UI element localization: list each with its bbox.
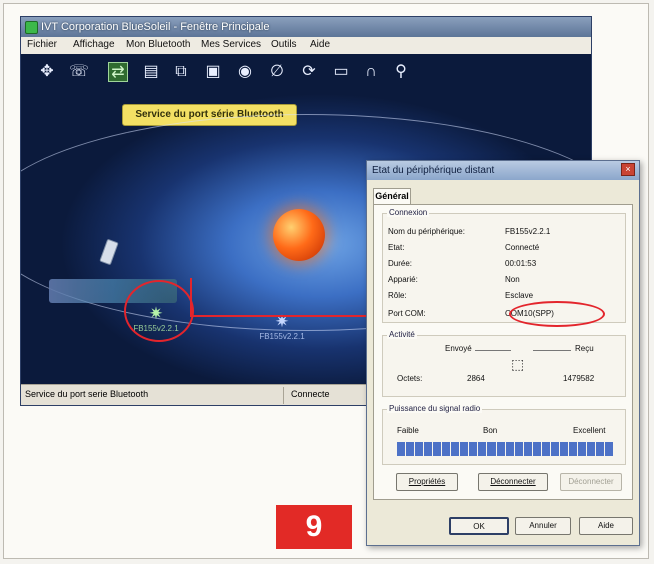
close-icon[interactable]: × xyxy=(621,163,635,176)
group-label: Connexion xyxy=(387,208,430,217)
signal-segment xyxy=(559,442,568,456)
signal-mid-label: Bon xyxy=(483,426,498,435)
serial-port-icon[interactable]: ⇄ xyxy=(108,62,128,82)
signal-segment xyxy=(496,442,505,456)
value: FB155v2.2.1 xyxy=(505,227,551,236)
signal-segment xyxy=(442,442,451,456)
label: Port COM: xyxy=(388,309,426,318)
network-icon[interactable]: ✥ xyxy=(37,62,57,82)
signal-segment xyxy=(568,442,577,456)
highlight-ring-com-port xyxy=(509,301,605,327)
signal-segment xyxy=(532,442,541,456)
bluesoleil-app-icon xyxy=(25,21,38,34)
signal-segment xyxy=(577,442,586,456)
search-icon[interactable]: ⚲ xyxy=(391,62,411,82)
label: Nom du périphérique: xyxy=(388,227,465,236)
signal-segment xyxy=(550,442,559,456)
signal-segment xyxy=(514,442,523,456)
dialup-icon[interactable]: ⧉ xyxy=(171,62,191,82)
signal-segment xyxy=(433,442,442,456)
hid-icon[interactable]: ∅ xyxy=(267,62,287,82)
ok-button[interactable]: OK xyxy=(449,517,509,535)
reconnect-button[interactable]: Déconnecter xyxy=(560,473,622,491)
value: 00:01:53 xyxy=(505,259,537,268)
signal-segment xyxy=(541,442,550,456)
properties-button[interactable]: Propriétés xyxy=(396,473,458,491)
group-label: Activité xyxy=(387,330,417,339)
network-activity-icon: ⬚ xyxy=(511,356,525,372)
group-activite: Activité Envoyé Reçu ⬚ Octets: 2864 1479… xyxy=(382,330,626,397)
local-device-orb[interactable] xyxy=(273,209,325,261)
disconnect-button[interactable]: Déconnecter xyxy=(478,473,548,491)
received-line xyxy=(533,350,571,351)
device-label: FB155v2.2.1 xyxy=(259,332,305,341)
signal-segment xyxy=(596,442,605,456)
signal-segment xyxy=(460,442,469,456)
signal-high-label: Excellent xyxy=(573,426,606,435)
tab-general[interactable]: Général xyxy=(373,188,411,204)
main-window-title: IVT Corporation BlueSoleil - Fenêtre Pri… xyxy=(41,21,270,33)
main-titlebar[interactable]: IVT Corporation BlueSoleil - Fenêtre Pri… xyxy=(21,17,591,37)
octets-label: Octets: xyxy=(397,374,423,383)
sent-bytes: 2864 xyxy=(467,374,485,383)
printer-icon[interactable]: ▣ xyxy=(203,62,223,82)
signal-strength-bar xyxy=(397,442,614,456)
signal-segment xyxy=(451,442,460,456)
headset-icon[interactable]: ☏ xyxy=(69,62,89,82)
label: Apparié: xyxy=(388,275,418,284)
signal-segment xyxy=(505,442,514,456)
value: Non xyxy=(505,275,520,284)
menu-outils[interactable]: Outils xyxy=(271,39,297,50)
label: Rôle: xyxy=(388,291,407,300)
step-number-badge: 9 xyxy=(276,505,352,549)
value: Esclave xyxy=(505,291,534,300)
menu-mes-services[interactable]: Mes Services xyxy=(201,39,261,50)
pim-icon[interactable]: ▭ xyxy=(331,62,351,82)
device-status-dialog: Etat du périphérique distant × Général C… xyxy=(366,160,640,546)
menu-mon-bluetooth[interactable]: Mon Bluetooth xyxy=(126,39,191,50)
row-paired: Apparié: Non xyxy=(388,275,608,287)
file-transfer-icon[interactable]: ▤ xyxy=(141,62,161,82)
signal-segment xyxy=(478,442,487,456)
status-divider xyxy=(283,387,284,404)
group-signal: Puissance du signal radio Faible Bon Exc… xyxy=(382,404,626,465)
received-label: Reçu xyxy=(575,344,594,353)
signal-segment xyxy=(424,442,433,456)
menu-fichier[interactable]: Fichier xyxy=(27,39,57,50)
signal-low-label: Faible xyxy=(397,426,419,435)
menubar: Fichier Affichage Mon Bluetooth Mes Serv… xyxy=(21,37,591,55)
sync-icon[interactable]: ⟳ xyxy=(299,62,319,82)
camera-icon[interactable]: ◉ xyxy=(235,62,255,82)
signal-segment xyxy=(397,442,406,456)
row-state: Etat: Connecté xyxy=(388,243,608,255)
tab-panel: Connexion Nom du périphérique: FB155v2.2… xyxy=(373,204,633,500)
signal-segment xyxy=(605,442,614,456)
annotation-arrow-vertical xyxy=(190,278,192,317)
signal-segment xyxy=(586,442,596,456)
highlight-ring-device xyxy=(124,280,194,342)
status-right: Connecte xyxy=(291,389,330,399)
row-duration: Durée: 00:01:53 xyxy=(388,259,608,271)
help-button[interactable]: Aide xyxy=(579,517,633,535)
audio-icon[interactable]: ∩ xyxy=(361,62,381,82)
signal-segment xyxy=(469,442,478,456)
menu-aide[interactable]: Aide xyxy=(310,39,330,50)
signal-segment xyxy=(523,442,532,456)
label: Durée: xyxy=(388,259,413,268)
menu-affichage[interactable]: Affichage xyxy=(73,39,115,50)
dialog-titlebar[interactable]: Etat du périphérique distant × xyxy=(367,161,639,180)
group-label: Puissance du signal radio xyxy=(387,404,483,413)
sent-label: Envoyé xyxy=(445,344,472,353)
sent-line xyxy=(475,350,511,351)
value: Connecté xyxy=(505,243,540,252)
dialog-title: Etat du périphérique distant xyxy=(372,165,495,176)
label: Etat: xyxy=(388,243,405,252)
cancel-button[interactable]: Annuler xyxy=(515,517,571,535)
received-bytes: 1479582 xyxy=(563,374,595,383)
signal-segment xyxy=(406,442,415,456)
signal-segment xyxy=(487,442,496,456)
status-left: Service du port serie Bluetooth xyxy=(25,389,149,399)
row-device-name: Nom du périphérique: FB155v2.2.1 xyxy=(388,227,608,239)
signal-segment xyxy=(415,442,424,456)
